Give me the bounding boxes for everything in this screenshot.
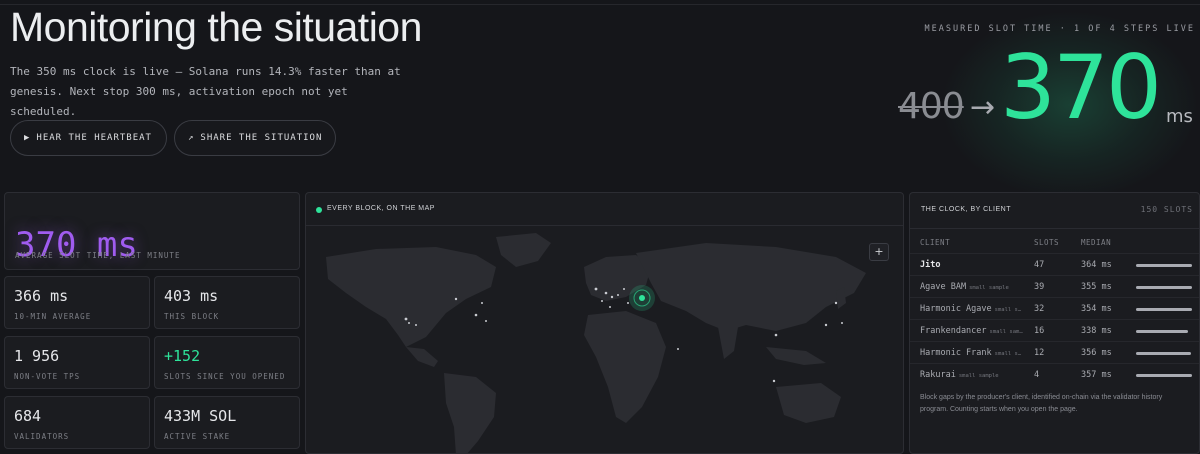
average-slot-time-label: AVERAGE SLOT TIME, LAST MINUTE	[15, 251, 181, 260]
client-name: Agave BAM small sample	[920, 282, 1009, 292]
previous-slot-time: 400	[898, 86, 965, 127]
slots-since-value: +152	[164, 347, 201, 365]
slots-since-card: +152 SLOTS SINCE YOU OPENED	[154, 336, 300, 389]
tps-label: NON-VOTE TPS	[14, 372, 81, 381]
table-row[interactable]: Harmonic Frank small s… 12 356 ms	[910, 341, 1199, 363]
map-title: EVERY BLOCK, ON THE MAP	[327, 205, 435, 212]
table-row[interactable]: Frankendancer small sam… 16 338 ms	[910, 319, 1199, 341]
client-header: THE CLOCK, BY CLIENT 150 SLOTS	[910, 193, 1199, 229]
play-icon: ▶	[24, 133, 31, 143]
median-bar	[1136, 330, 1188, 333]
this-block-card: 403 ms THIS BLOCK	[154, 276, 300, 329]
share-arrow-icon: ↗	[188, 133, 195, 143]
client-slots: 12	[1034, 348, 1045, 358]
live-dot-icon	[316, 207, 322, 213]
median-bar	[1136, 264, 1192, 267]
validators-value: 684	[14, 407, 42, 425]
client-median: 338 ms	[1081, 326, 1112, 336]
slot-time-caption: MEASURED SLOT TIME · 1 OF 4 STEPS LIVE	[924, 24, 1195, 34]
page-subtitle: The 350 ms clock is live — Solana runs 1…	[10, 65, 401, 118]
average-slot-time-card: 370 ms AVERAGE SLOT TIME, LAST MINUTE	[4, 192, 300, 270]
client-footnote: Block gaps by the producer's client, ide…	[920, 394, 1163, 413]
block-map-panel: EVERY BLOCK, ON THE MAP +	[305, 192, 904, 454]
page-title: Monitoring the situation	[10, 4, 422, 50]
client-median: 356 ms	[1081, 348, 1112, 358]
client-slot-count: 150 SLOTS	[1140, 205, 1193, 214]
table-row[interactable]: Rakurai small sample 4 357 ms	[910, 363, 1199, 385]
client-name: Frankendancer small sam…	[920, 326, 1023, 336]
median-bar	[1136, 308, 1192, 311]
this-block-value: 403 ms	[164, 287, 219, 305]
client-median: 355 ms	[1081, 282, 1112, 292]
ten-min-average-value: 366 ms	[14, 287, 69, 305]
ten-min-average-card: 366 ms 10-MIN AVERAGE	[4, 276, 150, 329]
slot-time-unit: ms	[1166, 106, 1193, 127]
slots-column-header: SLOTS	[1034, 238, 1060, 247]
current-block-marker	[629, 285, 655, 311]
client-slots: 16	[1034, 326, 1045, 336]
table-row[interactable]: Jito 47 364 ms	[910, 253, 1199, 275]
validators-card: 684 VALIDATORS	[4, 396, 150, 449]
land-masses	[326, 233, 866, 453]
median-bar	[1136, 286, 1192, 289]
client-median: 354 ms	[1081, 304, 1112, 314]
tps-value: 1 956	[14, 347, 60, 365]
client-name: Rakurai small sample	[920, 370, 999, 380]
share-situation-button[interactable]: ↗ SHARE THE SITUATION	[174, 120, 336, 156]
median-bar	[1136, 374, 1192, 377]
tps-card: 1 956 NON-VOTE TPS	[4, 336, 150, 389]
table-row[interactable]: Harmonic Agave small s… 32 354 ms	[910, 297, 1199, 319]
map-zoom-in-button[interactable]: +	[869, 243, 889, 261]
client-panel: THE CLOCK, BY CLIENT 150 SLOTS CLIENT SL…	[909, 192, 1200, 454]
client-median: 357 ms	[1081, 370, 1112, 380]
table-row[interactable]: Agave BAM small sample 39 355 ms	[910, 275, 1199, 297]
current-slot-time: 370	[1000, 36, 1162, 139]
client-name: Jito	[920, 260, 941, 270]
client-median: 364 ms	[1081, 260, 1112, 270]
world-map[interactable]	[306, 227, 904, 454]
client-name: Harmonic Frank small s…	[920, 348, 1022, 358]
client-panel-title: THE CLOCK, BY CLIENT	[921, 206, 1012, 213]
arrow-right-icon: →	[970, 90, 996, 125]
this-block-label: THIS BLOCK	[164, 312, 220, 321]
active-stake-label: ACTIVE STAKE	[164, 432, 231, 441]
client-slots: 47	[1034, 260, 1045, 270]
client-slots: 39	[1034, 282, 1045, 292]
active-stake-value: 433M SOL	[164, 407, 237, 425]
slots-since-label: SLOTS SINCE YOU OPENED	[164, 372, 286, 381]
validators-label: VALIDATORS	[14, 432, 70, 441]
client-slots: 32	[1034, 304, 1045, 314]
active-stake-card: 433M SOL ACTIVE STAKE	[154, 396, 300, 449]
hear-heartbeat-label: HEAR THE HEARTBEAT	[36, 133, 152, 143]
client-column-header: CLIENT	[920, 238, 951, 247]
hear-heartbeat-button[interactable]: ▶ HEAR THE HEARTBEAT	[10, 120, 167, 156]
ten-min-average-label: 10-MIN AVERAGE	[14, 312, 92, 321]
map-header: EVERY BLOCK, ON THE MAP	[306, 193, 903, 226]
share-situation-label: SHARE THE SITUATION	[200, 133, 323, 143]
client-slots: 4	[1034, 370, 1040, 380]
client-name: Harmonic Agave small s…	[920, 304, 1022, 314]
median-column-header: MEDIAN	[1081, 238, 1112, 247]
median-bar	[1136, 352, 1191, 355]
